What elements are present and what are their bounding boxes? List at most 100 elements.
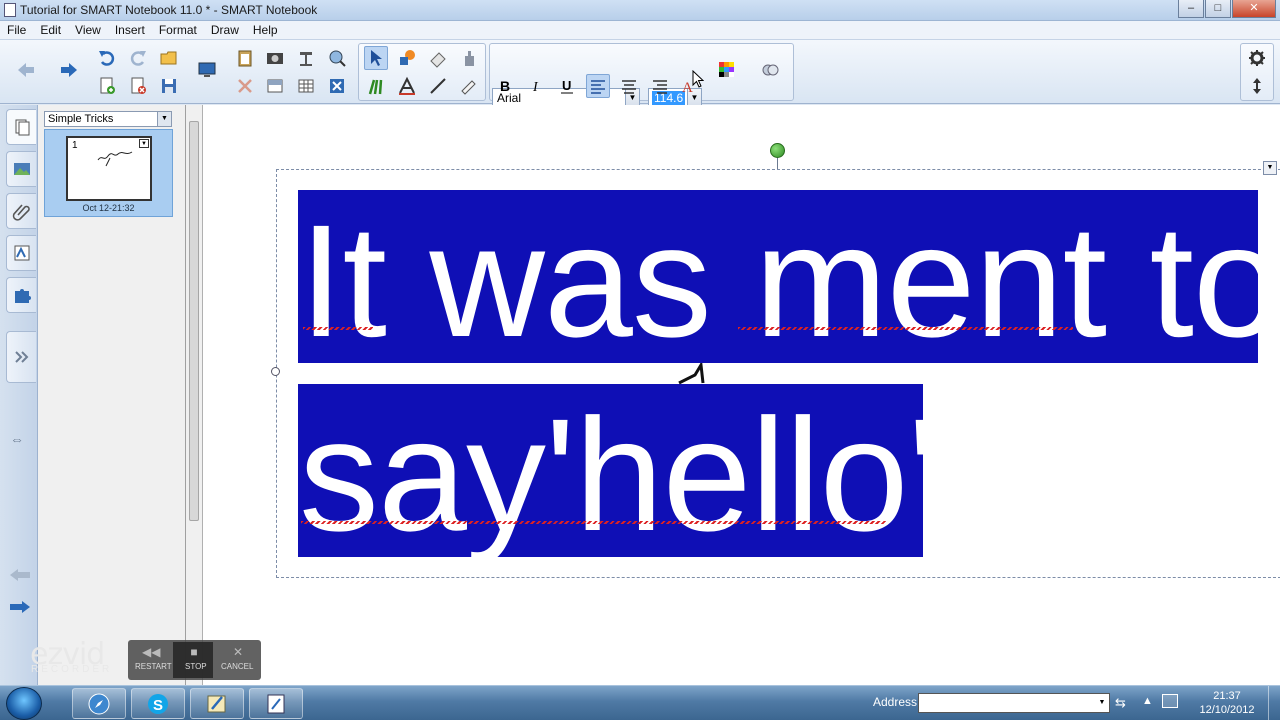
add-page-icon: [100, 77, 115, 94]
align-left-button[interactable]: [586, 74, 610, 98]
taskbar-notebook-tools[interactable]: [190, 688, 244, 719]
title-bar: Tutorial for SMART Notebook 11.0 * - SMA…: [0, 0, 1280, 21]
spellcheck-underline: [303, 327, 373, 330]
properties-button[interactable]: [758, 58, 782, 82]
screen-shade-button[interactable]: [195, 58, 219, 82]
previous-page-side-button[interactable]: [8, 567, 32, 586]
rotate-handle[interactable]: [770, 143, 785, 158]
menu-file[interactable]: File: [0, 23, 33, 37]
thumbnail-menu-icon[interactable]: ▼: [139, 139, 149, 148]
italic-icon: I: [532, 80, 539, 95]
resize-handle-left[interactable]: [271, 367, 280, 376]
magic-pen-tool[interactable]: [457, 74, 481, 98]
page-number: 1: [72, 140, 78, 151]
text-line-2[interactable]: say'hello': [299, 395, 938, 555]
restart-button[interactable]: RESTART: [135, 662, 172, 671]
menu-insert[interactable]: Insert: [108, 23, 152, 37]
svg-text:I: I: [532, 80, 539, 95]
maximize-button[interactable]: □: [1205, 0, 1231, 18]
paste-button[interactable]: [233, 46, 257, 70]
bold-icon: B: [500, 78, 510, 94]
cancel-button[interactable]: CANCEL: [221, 662, 253, 671]
move-toolbar-button[interactable]: [1245, 74, 1269, 98]
skype-icon: S: [148, 693, 168, 714]
align-center-button[interactable]: [617, 74, 641, 98]
object-menu-icon[interactable]: ▼: [1263, 161, 1277, 175]
whiteboard-canvas[interactable]: ▼ It was ment to say'hello': [203, 105, 1280, 685]
taskbar-smart-notebook[interactable]: [249, 688, 303, 719]
chevron-down-icon: ▼: [1098, 699, 1106, 706]
properties-icon: [762, 64, 779, 76]
next-page-side-button[interactable]: [8, 599, 32, 618]
italic-button[interactable]: I: [524, 74, 548, 98]
scrollbar-thumb[interactable]: [189, 121, 199, 521]
page-thumbnail[interactable]: 1 ▼: [66, 136, 152, 201]
add-page-button[interactable]: [95, 74, 119, 98]
address-input[interactable]: ▼: [918, 693, 1110, 713]
align-right-icon: [653, 80, 667, 94]
menu-format[interactable]: Format: [152, 23, 204, 37]
underline-button[interactable]: U: [555, 74, 579, 98]
full-screen-button[interactable]: [325, 74, 349, 98]
mouse-cursor-icon: [692, 70, 704, 88]
gallery-search-button[interactable]: [325, 46, 349, 70]
text-tool[interactable]: [395, 74, 419, 98]
page-thumbnail-selected[interactable]: 1 ▼ Oct 12-21:32: [44, 129, 173, 217]
align-right-button[interactable]: [648, 74, 672, 98]
fill-tool[interactable]: [457, 46, 481, 70]
bold-button[interactable]: B: [493, 74, 517, 98]
page-group-select[interactable]: Simple Tricks ▼: [44, 111, 172, 127]
open-file-button[interactable]: [157, 46, 181, 70]
menu-edit[interactable]: Edit: [33, 23, 68, 37]
customize-toolbar-button[interactable]: [1245, 46, 1269, 70]
delete-page-button[interactable]: [126, 74, 150, 98]
insert-table-button[interactable]: [294, 74, 318, 98]
taskbar-browser[interactable]: [72, 688, 126, 719]
stop-button[interactable]: STOP: [185, 662, 207, 671]
tab-addons[interactable]: [6, 277, 36, 313]
capture-button[interactable]: [263, 46, 287, 70]
save-button[interactable]: [157, 74, 181, 98]
next-page-button[interactable]: [57, 58, 81, 82]
arrow-left-icon: [10, 569, 30, 581]
window-controls: – □ ✕: [1177, 0, 1276, 18]
previous-page-button[interactable]: [14, 58, 38, 82]
clock[interactable]: 21:37 12/10/2012: [1196, 689, 1258, 717]
pages-icon: [15, 119, 29, 136]
notebook-app-icon[interactable]: [4, 3, 16, 17]
tray-expand-icon[interactable]: ▲: [1142, 695, 1153, 707]
sorter-scrollbar[interactable]: [186, 105, 203, 685]
tab-page-sorter[interactable]: [6, 109, 36, 145]
go-arrows-icon[interactable]: ⇆: [1115, 695, 1126, 711]
resize-arrows-icon[interactable]: ⇔: [10, 431, 24, 447]
hand-icon: [465, 51, 474, 66]
shapes-tool[interactable]: [395, 46, 419, 70]
pens-tool[interactable]: [364, 74, 388, 98]
tab-attachments[interactable]: [6, 193, 36, 229]
show-desktop-button[interactable]: [1268, 686, 1280, 720]
eraser-tool[interactable]: [426, 46, 450, 70]
start-button[interactable]: [6, 687, 42, 720]
spellcheck-underline: [738, 327, 1073, 330]
delete-page-icon: [131, 77, 146, 94]
line-tool[interactable]: [426, 74, 450, 98]
document-camera-button[interactable]: [294, 46, 318, 70]
menu-view[interactable]: View: [68, 23, 108, 37]
page-group-value: Simple Tricks: [48, 113, 114, 125]
tab-properties[interactable]: [6, 235, 36, 271]
taskbar-skype[interactable]: S: [131, 688, 185, 719]
tab-expand[interactable]: [6, 331, 36, 383]
close-button[interactable]: ✕: [1232, 0, 1276, 18]
minimize-button[interactable]: –: [1178, 0, 1204, 18]
undo-button[interactable]: [95, 46, 119, 70]
select-tool[interactable]: [364, 46, 388, 70]
delete-button[interactable]: [233, 74, 257, 98]
screen-shade-toggle-button[interactable]: [263, 74, 287, 98]
network-icon[interactable]: [1162, 694, 1178, 708]
tab-gallery[interactable]: [6, 151, 36, 187]
color-palette-button[interactable]: [715, 58, 739, 82]
redo-button[interactable]: [126, 46, 150, 70]
menu-help[interactable]: Help: [246, 23, 285, 37]
text-line-1[interactable]: It was ment to: [299, 201, 1280, 361]
menu-draw[interactable]: Draw: [204, 23, 246, 37]
